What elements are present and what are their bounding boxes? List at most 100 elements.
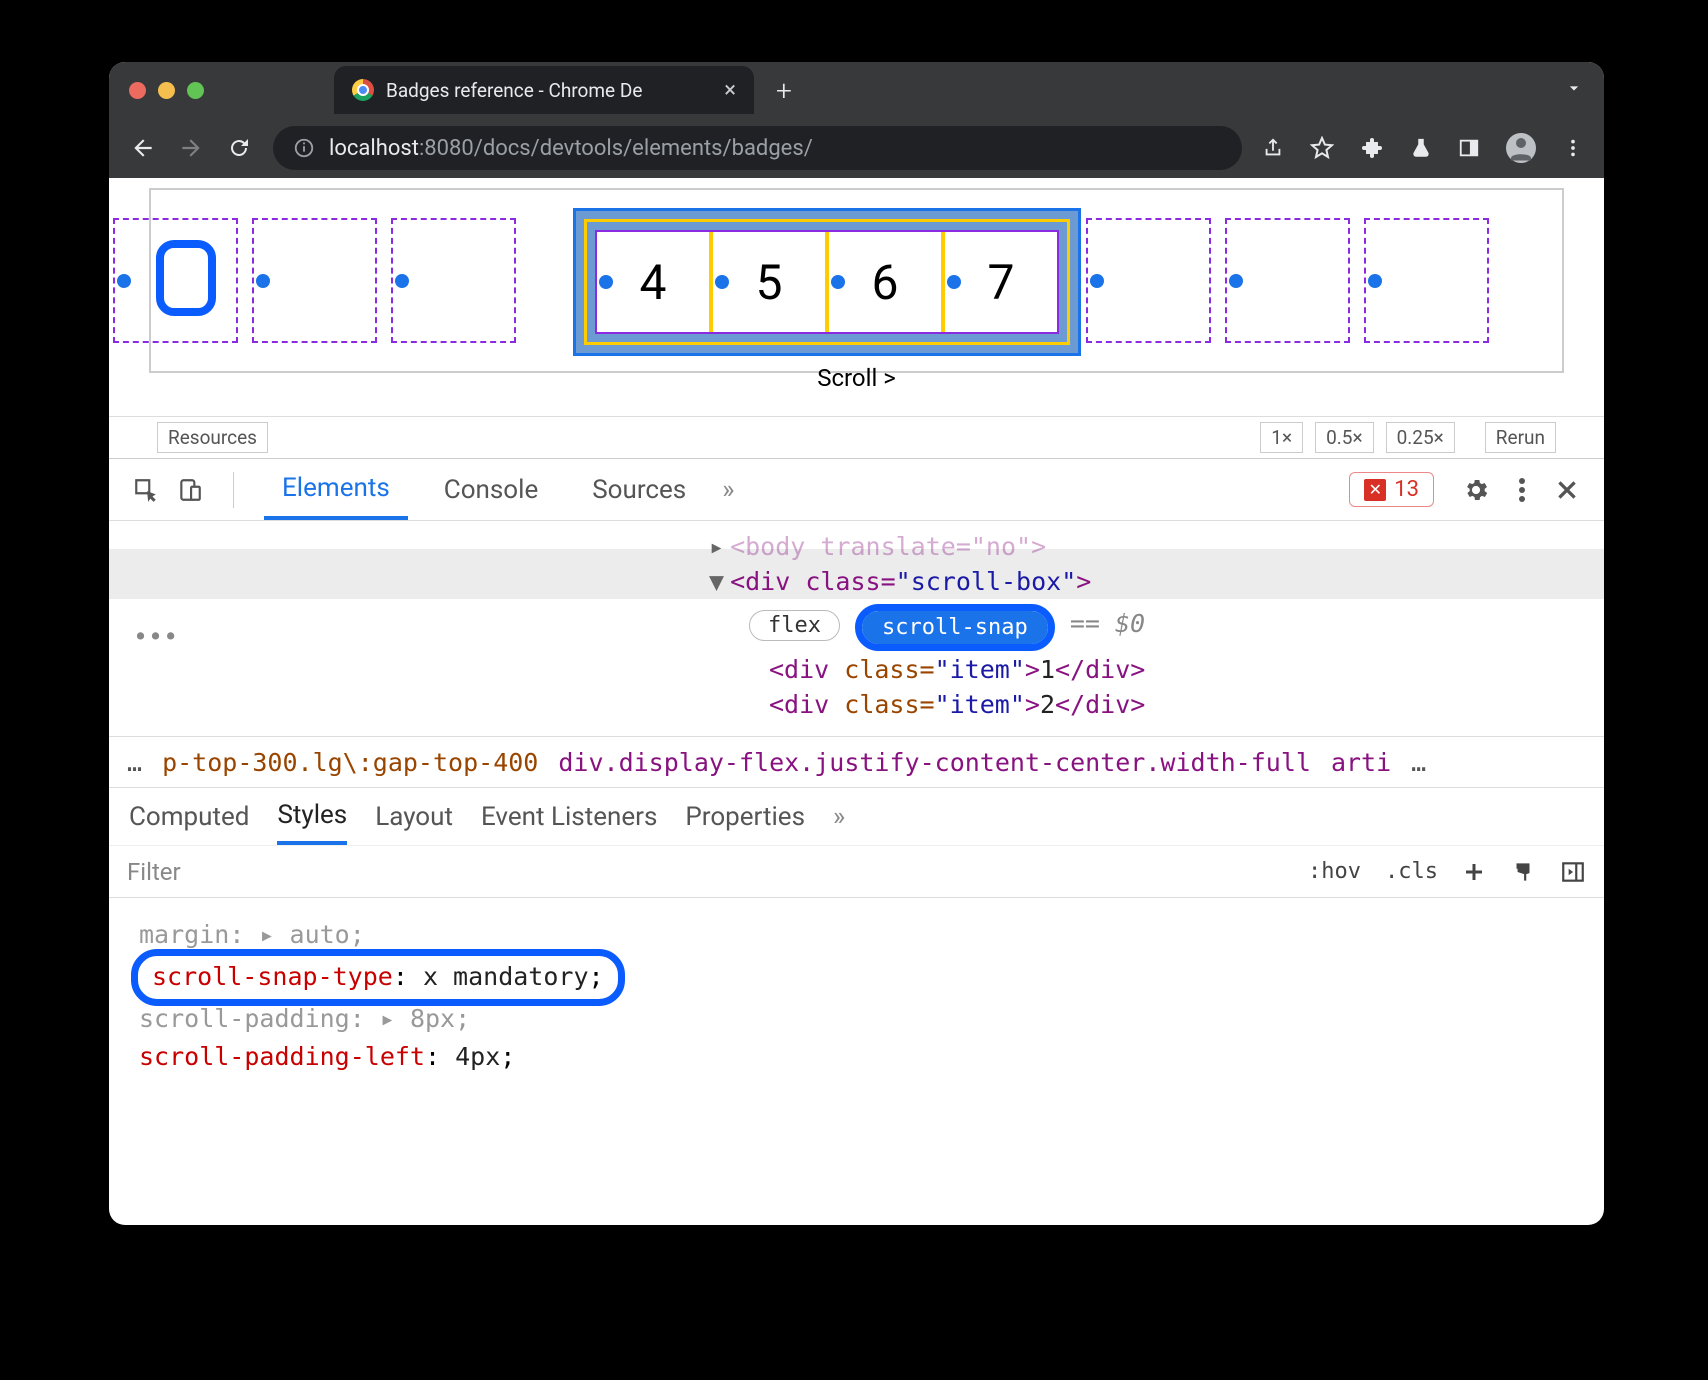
tab-sources[interactable]: Sources	[574, 459, 704, 520]
scroll-item: 4	[597, 232, 713, 332]
kebab-menu-icon[interactable]	[1562, 137, 1584, 159]
devtools-tabs: Elements Console Sources » ✕ 13	[109, 459, 1604, 521]
css-property[interactable]: scroll-padding-left	[139, 1042, 425, 1071]
tab-event-listeners[interactable]: Event Listeners	[481, 802, 657, 832]
css-property[interactable]: scroll-snap-type	[152, 962, 393, 991]
resources-link[interactable]: Resources	[157, 422, 268, 453]
inspect-icon[interactable]	[133, 477, 159, 503]
zoom-05x[interactable]: 0.5×	[1315, 422, 1374, 453]
tab-properties[interactable]: Properties	[685, 802, 805, 832]
tab-title: Badges reference - Chrome De	[386, 79, 642, 102]
more-tabs-icon[interactable]: »	[722, 475, 734, 505]
tab-computed[interactable]: Computed	[129, 802, 249, 832]
dom-tree[interactable]: ▸<body translate="no"> ▼<div class="scro…	[109, 521, 1604, 736]
css-value[interactable]: x mandatory	[423, 962, 589, 991]
errors-badge[interactable]: ✕ 13	[1349, 472, 1434, 507]
close-window-icon[interactable]	[129, 82, 146, 99]
panel-icon[interactable]	[1458, 137, 1480, 159]
maximize-window-icon[interactable]	[187, 82, 204, 99]
snap-dot-icon	[117, 274, 131, 288]
zoom-1x[interactable]: 1×	[1260, 422, 1303, 453]
kebab-icon[interactable]	[1518, 476, 1526, 504]
breadcrumb-segment[interactable]: arti	[1331, 748, 1391, 777]
tab-styles[interactable]: Styles	[277, 788, 347, 845]
scroll-box-container: 4 5 6 7 Scroll >	[149, 188, 1564, 373]
breadcrumb[interactable]: … p-top-300.lg\:gap-top-400 div.display-…	[109, 736, 1604, 788]
breadcrumb-more-icon[interactable]: …	[1411, 748, 1426, 777]
new-tab-button[interactable]: +	[776, 74, 792, 107]
demo-toolbar: Resources 1× 0.5× 0.25× Rerun	[109, 416, 1604, 458]
profile-icon[interactable]	[1506, 133, 1536, 163]
snap-dot-icon	[256, 274, 270, 288]
scroll-item	[1225, 218, 1350, 343]
snap-dot-icon	[599, 275, 613, 289]
device-toggle-icon[interactable]	[177, 477, 203, 503]
scroll-item: 6	[829, 232, 945, 332]
scroll-item: 7	[945, 232, 1057, 332]
close-tab-icon[interactable]: ×	[724, 78, 736, 103]
scroll-item: 5	[713, 232, 829, 332]
minimize-window-icon[interactable]	[158, 82, 175, 99]
gear-icon[interactable]	[1462, 476, 1490, 504]
snap-dot-icon	[715, 275, 729, 289]
cls-toggle[interactable]: .cls	[1385, 859, 1438, 884]
tab-layout[interactable]: Layout	[375, 802, 453, 832]
tabs-menu-icon[interactable]	[1564, 78, 1584, 103]
close-devtools-icon[interactable]	[1554, 477, 1580, 503]
paint-icon[interactable]	[1510, 859, 1536, 885]
bookmark-icon[interactable]	[1310, 136, 1334, 160]
forward-button[interactable]	[177, 134, 205, 162]
info-icon	[293, 137, 315, 159]
tab-elements[interactable]: Elements	[264, 459, 408, 520]
tab-console[interactable]: Console	[426, 459, 556, 520]
error-icon: ✕	[1364, 479, 1386, 501]
more-tabs-icon[interactable]: »	[833, 802, 845, 832]
scroll-label[interactable]: Scroll >	[151, 364, 1562, 392]
chrome-logo-icon	[352, 79, 374, 101]
flex-badge[interactable]: flex	[749, 610, 840, 641]
url-host: localhost	[329, 136, 419, 161]
browser-tab[interactable]: Badges reference - Chrome De ×	[334, 66, 754, 114]
scroll-item	[1086, 218, 1211, 343]
snap-viewport-highlight: 4 5 6 7	[573, 208, 1081, 356]
annotation-highlight: scroll-snap-type: x mandatory;	[131, 949, 625, 1006]
css-value[interactable]: 4px	[455, 1042, 500, 1071]
scroll-item	[391, 218, 516, 343]
traffic-lights	[129, 82, 204, 99]
address-bar: localhost:8080/docs/devtools/elements/ba…	[109, 118, 1604, 178]
snap-dot-icon	[831, 275, 845, 289]
url-field[interactable]: localhost:8080/docs/devtools/elements/ba…	[273, 126, 1242, 170]
snap-dot-icon	[1090, 274, 1104, 288]
styles-filter-bar: Filter :hov .cls	[109, 846, 1604, 898]
labs-icon[interactable]	[1410, 136, 1432, 160]
snap-dot-icon	[1229, 274, 1243, 288]
scroll-snap-badge[interactable]: scroll-snap	[862, 611, 1048, 644]
sidebar-toggle-icon[interactable]	[1560, 859, 1586, 885]
hov-toggle[interactable]: :hov	[1308, 859, 1361, 884]
devtools: Elements Console Sources » ✕ 13 ▸<body t…	[109, 458, 1604, 1095]
back-button[interactable]	[129, 134, 157, 162]
ellipsis-icon[interactable]: •••	[133, 622, 178, 651]
annotation-highlight: scroll-snap	[855, 604, 1055, 651]
page-viewport: 4 5 6 7 Scroll > Resources 1× 0.5× 0.25×…	[109, 178, 1604, 458]
extensions-icon[interactable]	[1360, 136, 1384, 160]
url-path: /docs/devtools/elements/badges/	[474, 136, 813, 161]
error-count: 13	[1394, 477, 1419, 502]
rerun-button[interactable]: Rerun	[1485, 422, 1556, 453]
snap-dot-icon	[947, 275, 961, 289]
browser-window: Badges reference - Chrome De × + localho…	[109, 62, 1604, 1225]
share-icon[interactable]	[1262, 137, 1284, 159]
breadcrumb-more-icon[interactable]: …	[127, 748, 142, 777]
new-rule-icon[interactable]	[1462, 860, 1486, 884]
reload-button[interactable]	[225, 134, 253, 162]
breadcrumb-segment[interactable]: p-top-300.lg\:gap-top-400	[162, 748, 538, 777]
filter-input[interactable]: Filter	[127, 858, 181, 886]
breadcrumb-segment[interactable]: div.display-flex.justify-content-center.…	[558, 748, 1311, 777]
url-port: :8080	[419, 136, 474, 161]
titlebar: Badges reference - Chrome De × +	[109, 62, 1604, 118]
scroll-item	[252, 218, 377, 343]
selected-marker: == $0	[1070, 609, 1145, 638]
annotation-highlight	[156, 240, 216, 316]
styles-pane[interactable]: margin: ▸ auto; scroll-snap-type: x mand…	[109, 898, 1604, 1095]
zoom-025x[interactable]: 0.25×	[1386, 422, 1455, 453]
